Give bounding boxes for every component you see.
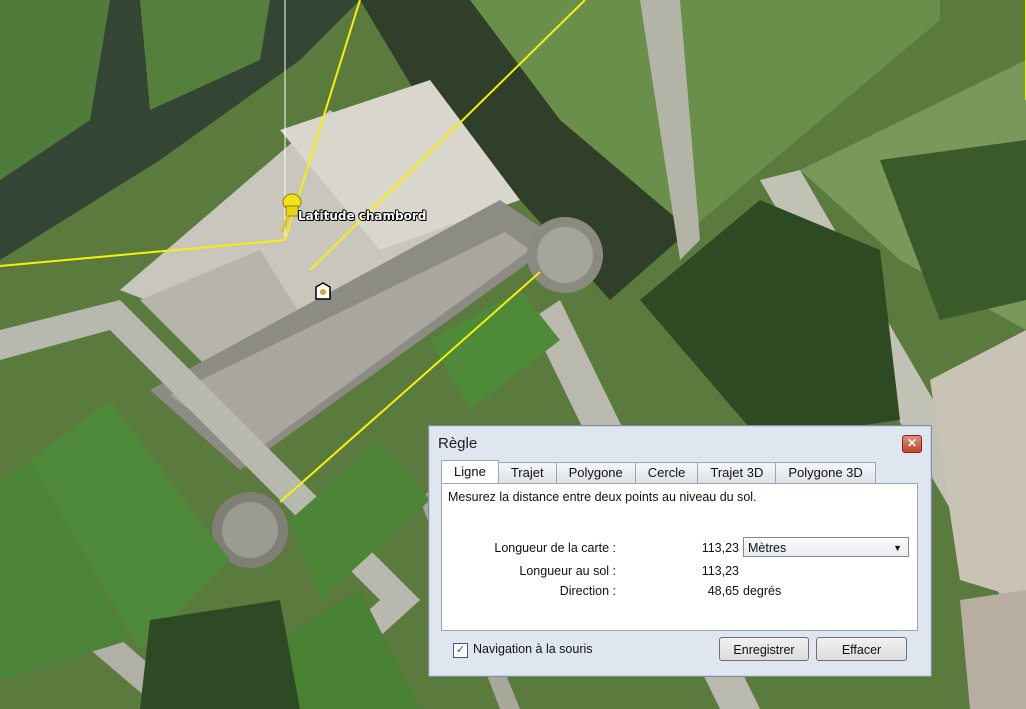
ruler-dialog: Règle ✕ Ligne Trajet Polygone Cercle Tra… bbox=[428, 425, 932, 677]
placemark-label[interactable]: Latitude chambord bbox=[298, 209, 426, 223]
chevron-down-icon[interactable]: ▼ bbox=[893, 538, 902, 558]
ground-length-label: Longueur au sol : bbox=[519, 564, 616, 578]
dialog-title: Règle bbox=[438, 435, 478, 452]
tab-cercle[interactable]: Cercle bbox=[634, 462, 699, 483]
tab-polygone[interactable]: Polygone bbox=[555, 462, 636, 483]
mouse-navigation-checkbox[interactable]: ✓ bbox=[453, 643, 468, 658]
checkmark-icon: ✓ bbox=[455, 644, 466, 656]
tab-polygone-3d[interactable]: Polygone 3D bbox=[775, 462, 876, 483]
save-button[interactable]: Enregistrer bbox=[719, 637, 809, 661]
tab-trajet[interactable]: Trajet bbox=[497, 462, 557, 483]
tab-bar: Ligne Trajet Polygone Cercle Trajet 3D P… bbox=[441, 460, 876, 484]
direction-unit: degrés bbox=[743, 584, 782, 598]
clear-button[interactable]: Effacer bbox=[816, 637, 907, 661]
placemark-marker-icon[interactable] bbox=[312, 281, 334, 303]
unit-selected-value: Mètres bbox=[748, 541, 787, 555]
tab-ligne[interactable]: Ligne bbox=[441, 460, 499, 483]
close-icon[interactable]: ✕ bbox=[902, 435, 922, 453]
direction-label: Direction : bbox=[559, 584, 616, 598]
ground-length-value: 113,23 bbox=[701, 564, 739, 578]
tab-trajet-3d[interactable]: Trajet 3D bbox=[697, 462, 777, 483]
description-text: Mesurez la distance entre deux points au… bbox=[448, 490, 757, 504]
mouse-navigation-label[interactable]: Navigation à la souris bbox=[473, 642, 593, 656]
map-length-value: 113,23 bbox=[701, 541, 739, 555]
unit-select[interactable]: Mètres ▼ bbox=[743, 537, 909, 557]
direction-value: 48,65 bbox=[707, 584, 739, 598]
tab-content: Mesurez la distance entre deux points au… bbox=[441, 483, 918, 631]
map-length-label: Longueur de la carte : bbox=[494, 541, 616, 555]
